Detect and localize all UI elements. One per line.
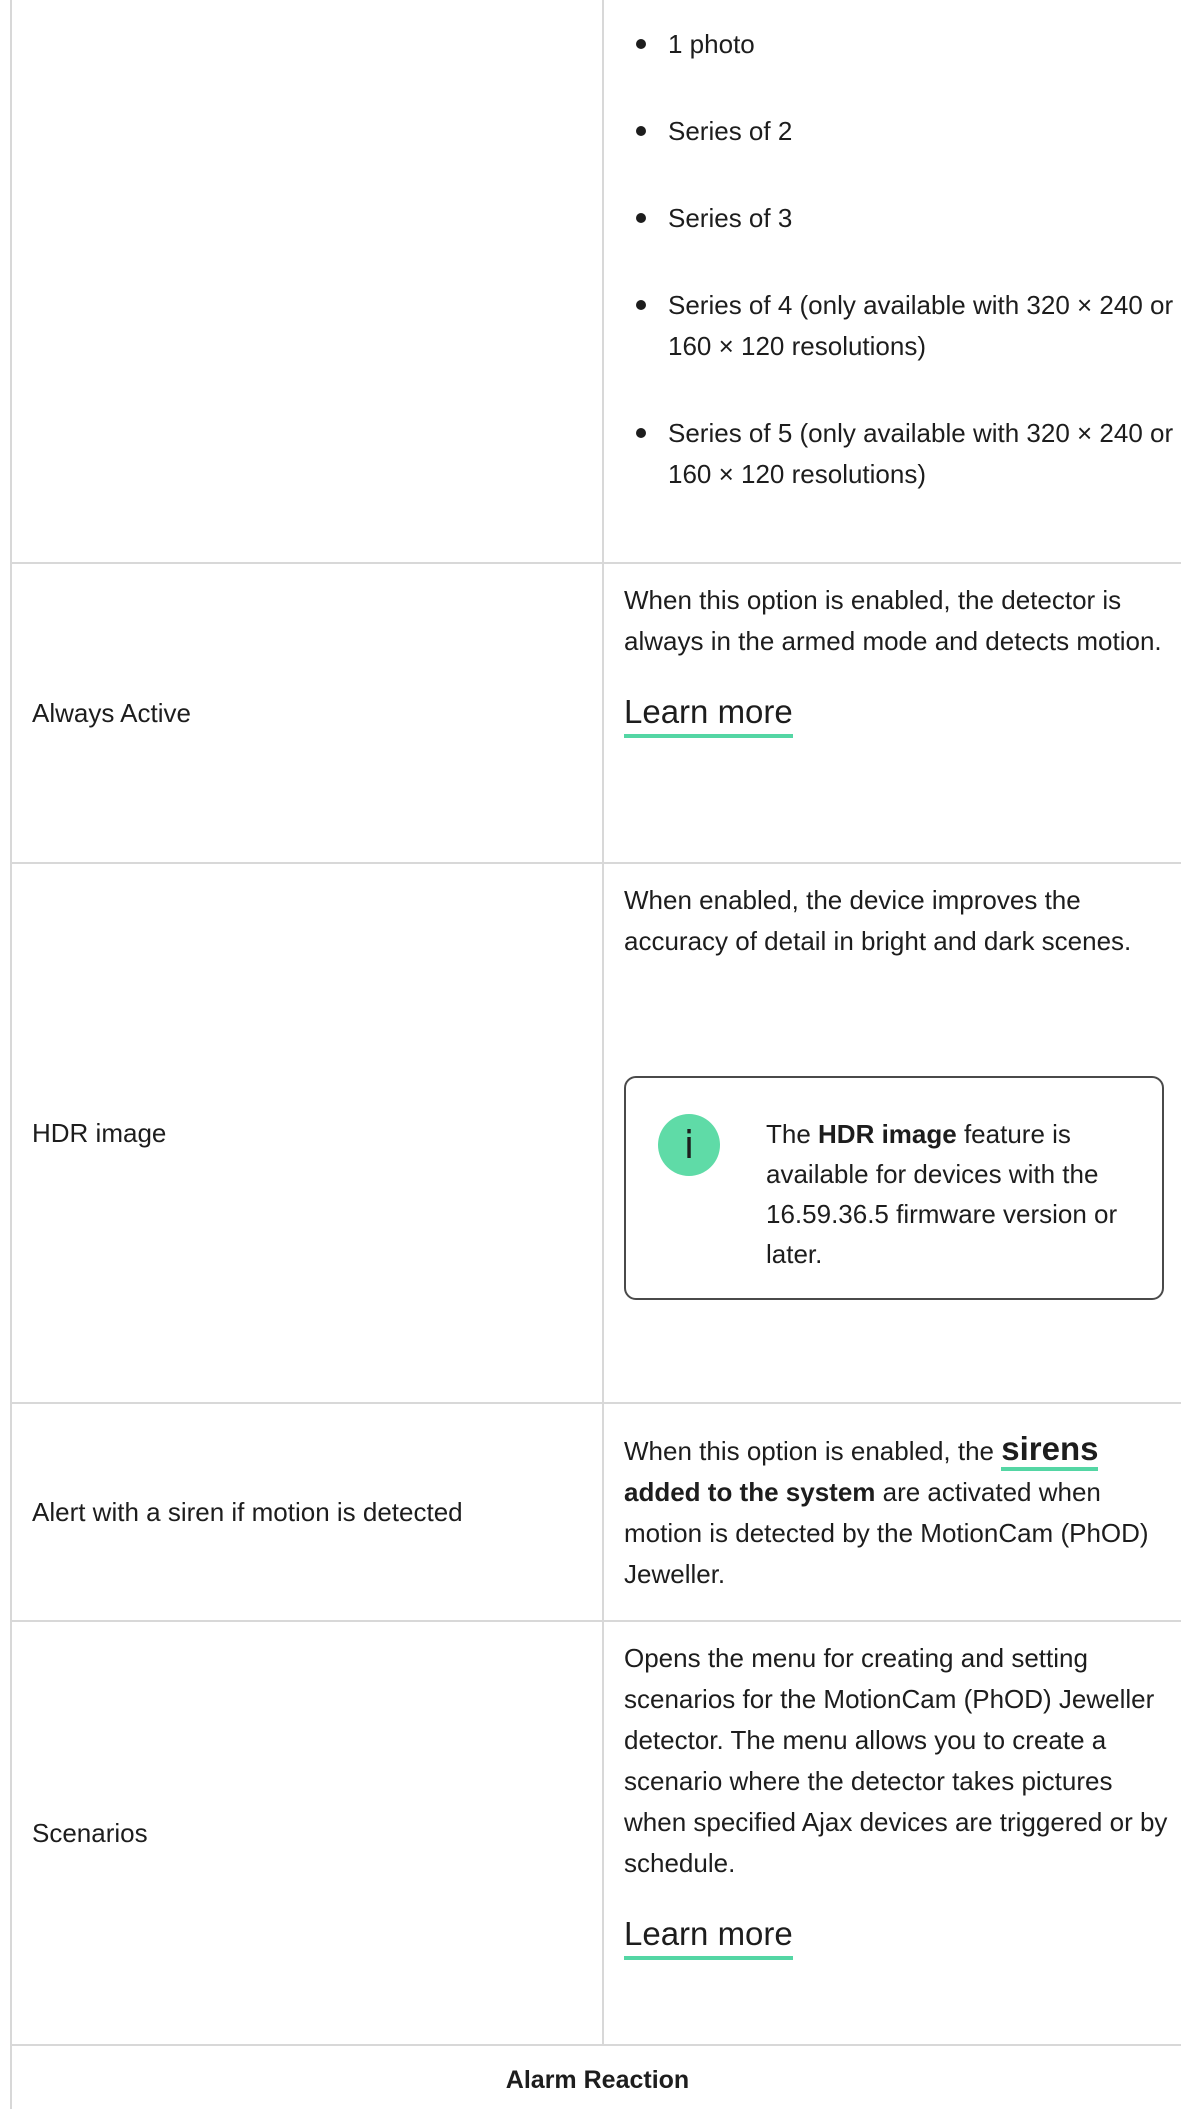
list-item-text: Series of 5 (only available with 320 × 2… [668, 418, 1174, 489]
hdr-note-box: i The HDR image feature is available for… [624, 1076, 1164, 1300]
siren-alert-description: When this option is enabled, the sirens a… [624, 1428, 1179, 1595]
always-active-label: Always Active [12, 564, 604, 862]
siren-desc-bold: added to the system [624, 1477, 876, 1507]
always-active-learn-more-link[interactable]: Learn more [624, 692, 793, 738]
bullet-dot-icon [636, 300, 646, 310]
hdr-image-content: When enabled, the device improves the ac… [624, 880, 1179, 1380]
list-item: Series of 4 (only available with 320 × 2… [624, 285, 1179, 367]
section-header-alarm-reaction: Alarm Reaction [505, 2066, 690, 2094]
list-item-text: Series of 3 [668, 203, 793, 233]
photo-series-options: 1 photo Series of 2 Series of 3 Series o… [624, 24, 1179, 541]
scenarios-label: Scenarios [12, 1622, 604, 2044]
table-row-scenarios: Scenarios Opens the menu for creating an… [12, 1622, 1181, 2046]
table-row-always-active: Always Active When this option is enable… [12, 564, 1181, 864]
list-item: Series of 5 (only available with 320 × 2… [624, 413, 1179, 495]
hdr-image-description: When enabled, the device improves the ac… [624, 885, 1132, 956]
sirens-link[interactable]: sirens [1001, 1430, 1099, 1471]
scenarios-learn-more-link[interactable]: Learn more [624, 1914, 793, 1960]
list-item: Series of 2 [624, 111, 1179, 152]
note-prefix: The [766, 1119, 819, 1149]
hdr-image-label: HDR image [12, 864, 604, 1402]
scenarios-content: Opens the menu for creating and setting … [624, 1638, 1179, 1960]
siren-alert-content: When this option is enabled, the sirens a… [624, 1428, 1179, 1595]
list-item-text: Series of 2 [668, 116, 793, 146]
always-active-content: When this option is enabled, the detecto… [624, 580, 1179, 738]
label-cell-empty [12, 0, 604, 562]
info-icon: i [658, 1114, 720, 1176]
table-row-hdr-image: HDR image When enabled, the device impro… [12, 864, 1181, 1404]
list-item: Series of 3 [624, 198, 1179, 239]
siren-alert-label: Alert with a siren if motion is detected [12, 1404, 604, 1620]
bullet-dot-icon [636, 428, 646, 438]
siren-desc-prefix: When this option is enabled, the [624, 1436, 1002, 1466]
bullet-dot-icon [636, 39, 646, 49]
list-item: 1 photo [624, 24, 1179, 65]
bullet-dot-icon [636, 126, 646, 136]
scenarios-description: Opens the menu for creating and setting … [624, 1643, 1168, 1878]
list-item-text: 1 photo [668, 29, 755, 59]
settings-table: 1 photo Series of 2 Series of 3 Series o… [10, 0, 1181, 2109]
hdr-note-text: The HDR image feature is available for d… [766, 1114, 1136, 1274]
table-row-photo-series: 1 photo Series of 2 Series of 3 Series o… [12, 0, 1181, 564]
photo-series-list: 1 photo Series of 2 Series of 3 Series o… [624, 24, 1179, 495]
table-row-siren-alert: Alert with a siren if motion is detected… [12, 1404, 1181, 1622]
bullet-dot-icon [636, 213, 646, 223]
always-active-description: When this option is enabled, the detecto… [624, 585, 1162, 656]
note-bold: HDR image [818, 1119, 957, 1149]
list-item-text: Series of 4 (only available with 320 × 2… [668, 290, 1174, 361]
